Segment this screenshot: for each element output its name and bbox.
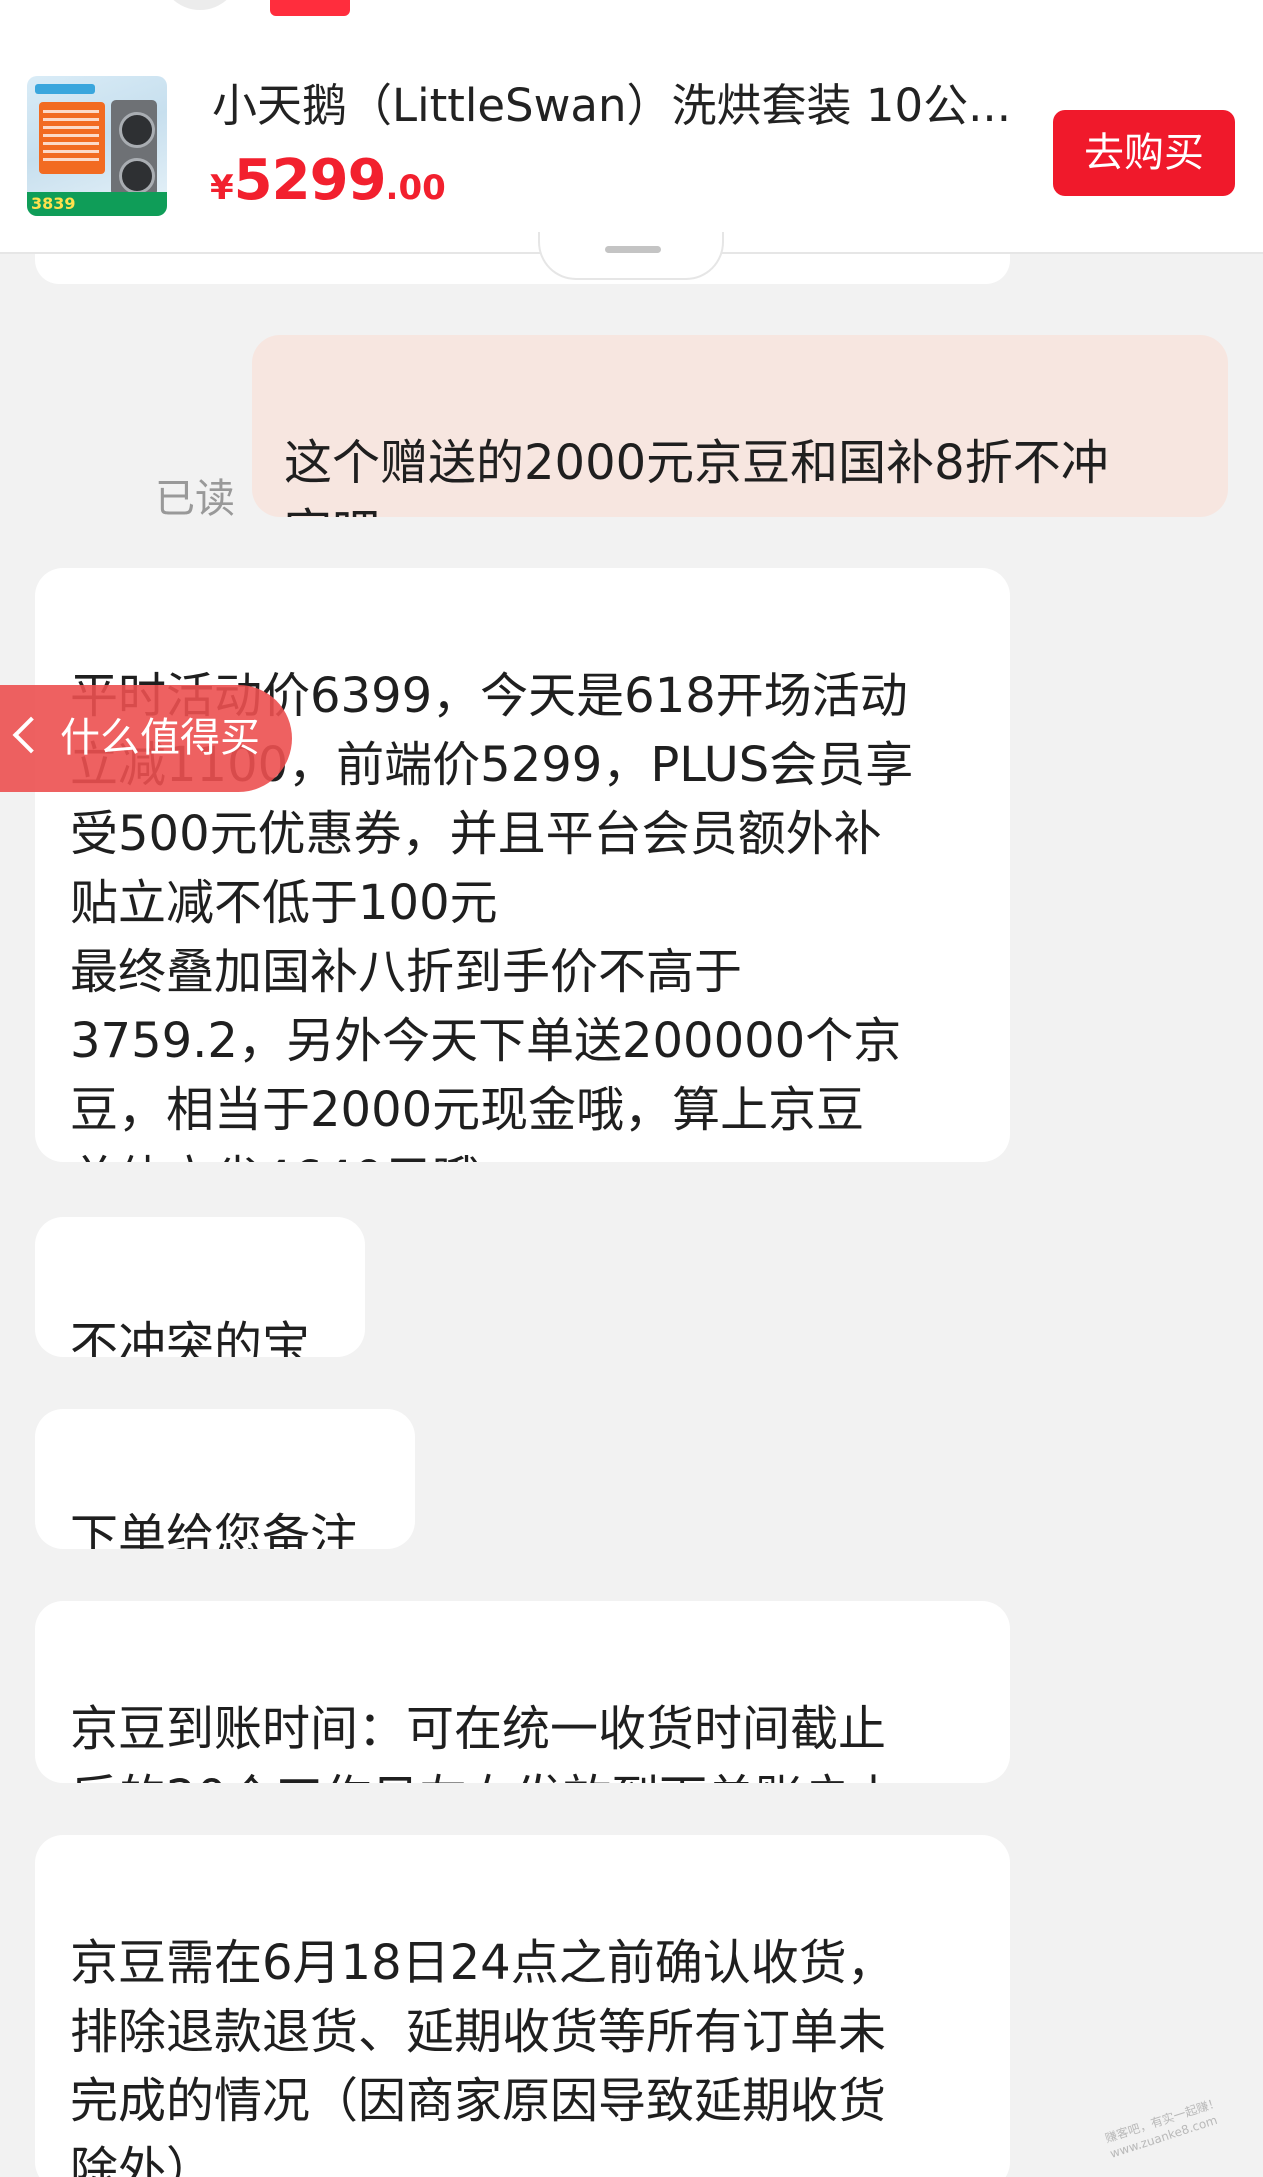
price-integer: 5299 xyxy=(233,148,387,213)
agent-message-bubble[interactable]: 京豆需在6月18日24点之前确认收货， 排除退款退货、延期收货等所有订单未 完成… xyxy=(35,1835,1010,2177)
chevron-left-icon xyxy=(12,716,50,754)
chat-page: 3839 小天鹅（LittleSwan）洗烘套装 10公... ¥5299.00… xyxy=(0,0,1263,2177)
message-text: 京豆需在6月18日24点之前确认收货， 排除退款退货、延期收货等所有订单未 完成… xyxy=(70,1935,895,2177)
user-message-bubble[interactable]: 这个赠送的2000元京豆和国补8折不冲 突吧 xyxy=(252,335,1228,517)
buy-button[interactable]: 去购买 xyxy=(1053,110,1235,196)
agent-message-bubble[interactable]: 平时活动价6399，今天是618开场活动 立减1100，前端价5299，PLUS… xyxy=(35,568,1010,1162)
product-price: ¥5299.00 xyxy=(210,148,446,213)
washer-dryer-image xyxy=(111,100,157,196)
price-decimal: .00 xyxy=(385,168,446,208)
brand-logo-strip xyxy=(35,84,95,94)
thumbnail-price: 3839 xyxy=(31,194,76,213)
back-to-app-button[interactable]: 什么值得买 xyxy=(0,685,292,792)
product-card[interactable]: 3839 小天鹅（LittleSwan）洗烘套装 10公... ¥5299.00… xyxy=(0,20,1263,254)
agent-message-bubble[interactable]: 不冲突的宝 xyxy=(35,1217,365,1357)
read-status: 已读 xyxy=(155,476,235,522)
currency-symbol: ¥ xyxy=(210,168,234,208)
agent-message-bubble[interactable]: 下单给您备注 xyxy=(35,1409,415,1549)
message-text: 下单给您备注 xyxy=(70,1509,359,1549)
drag-handle-icon xyxy=(605,246,661,253)
store-tag xyxy=(270,0,350,16)
product-thumbnail[interactable]: 3839 xyxy=(27,76,167,216)
back-to-app-label: 什么值得买 xyxy=(60,715,260,761)
message-text: 这个赠送的2000元京豆和国补8折不冲 突吧 xyxy=(284,435,1109,517)
promo-text-lines xyxy=(43,110,99,162)
message-text: 不冲突的宝 xyxy=(70,1317,311,1357)
previous-message-edge xyxy=(35,254,1010,284)
agent-message-bubble[interactable]: 京豆到账时间：可在统一收货时间截止 后的20个工作日左右发放到下单账户上 xyxy=(35,1601,1010,1783)
collapse-handle[interactable] xyxy=(538,232,724,280)
message-text: 京豆到账时间：可在统一收货时间截止 后的20个工作日左右发放到下单账户上 xyxy=(70,1701,899,1783)
product-title[interactable]: 小天鹅（LittleSwan）洗烘套装 10公... xyxy=(212,76,1032,136)
watermark: 赚客吧，有实一起赚！ www.zuanke8.com xyxy=(1103,2094,1227,2162)
